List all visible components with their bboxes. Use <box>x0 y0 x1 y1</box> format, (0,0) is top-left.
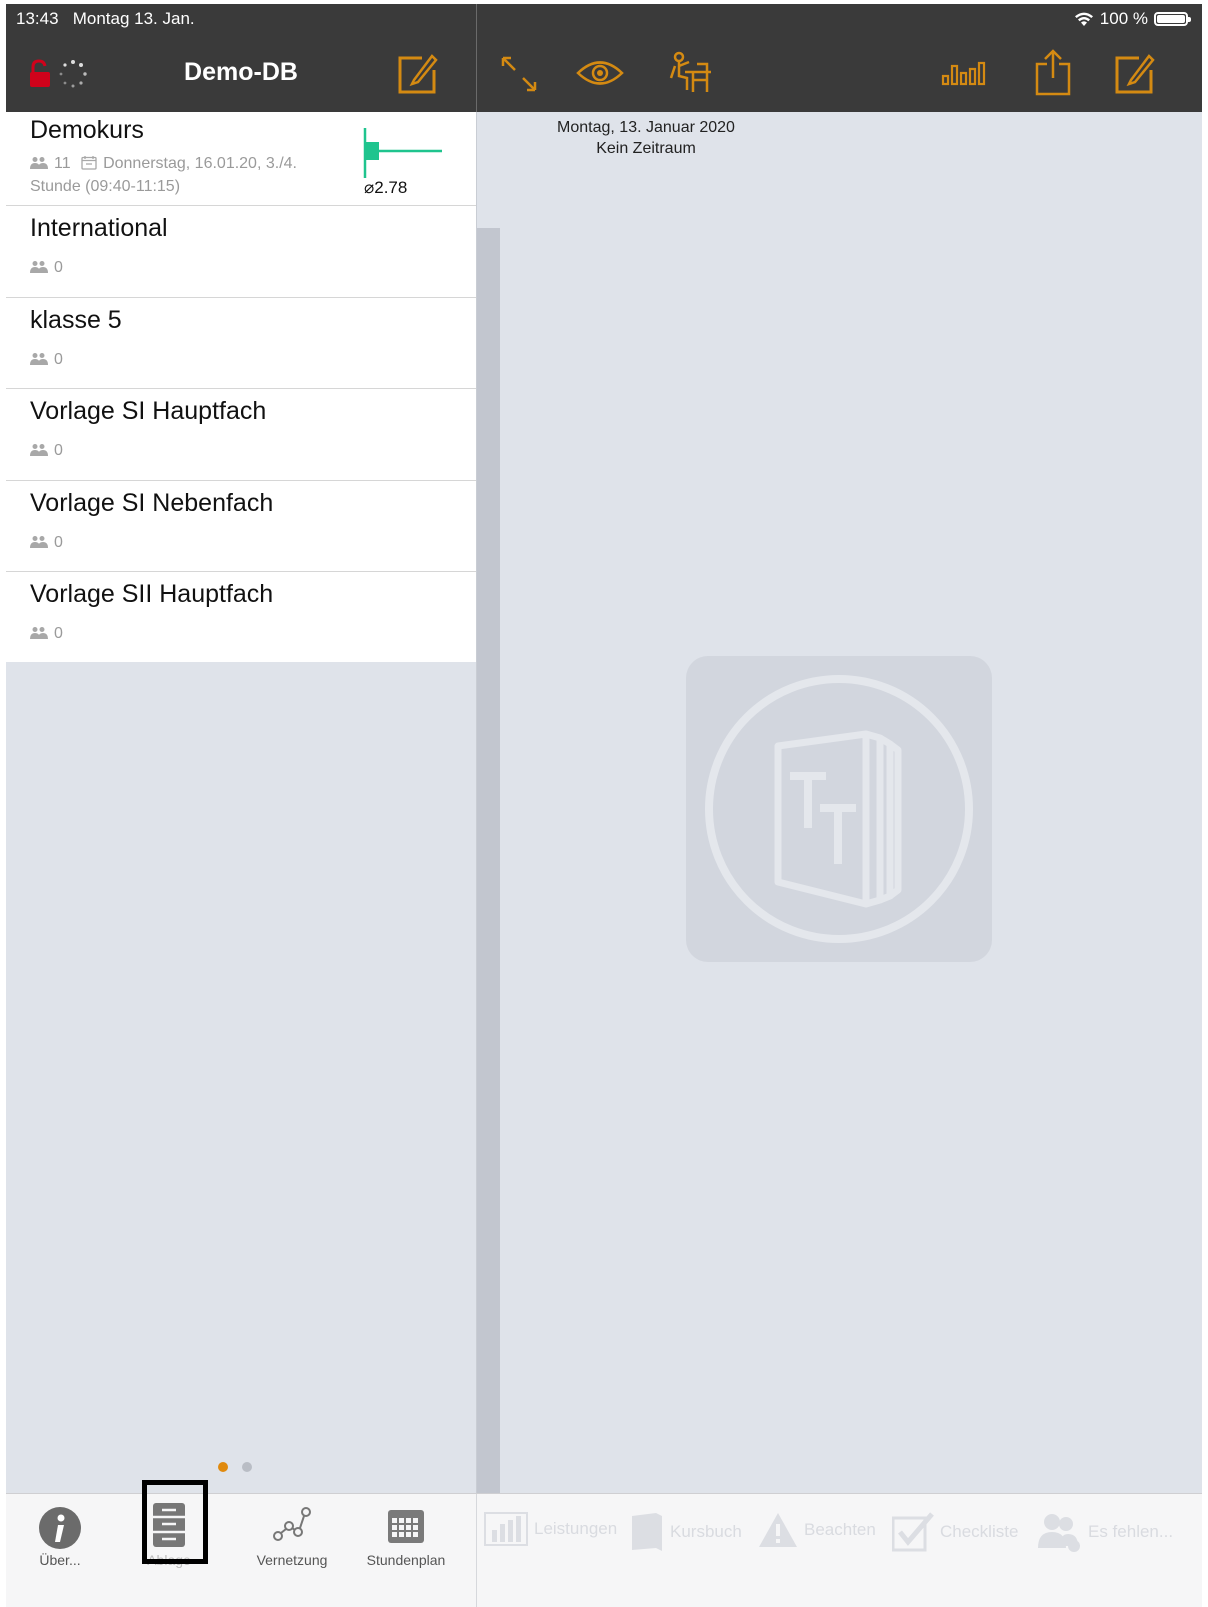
status-time: 13:43 <box>16 9 59 28</box>
book-icon <box>632 1513 662 1551</box>
detail-tab-kursbuch[interactable]: Kursbuch <box>630 1512 742 1552</box>
checkbox-icon <box>892 1512 934 1552</box>
course-row-vorlage-sii-hauptfach[interactable]: Vorlage SII Hauptfach 0 <box>6 572 476 662</box>
students-icon <box>30 261 48 273</box>
students-icon <box>30 353 48 365</box>
next-lesson-time: Stunde (09:40-11:15) <box>30 178 181 195</box>
tab-stundenplan[interactable]: Stundenplan <box>352 1494 460 1568</box>
grade-average: ⌀2.78 <box>364 178 408 197</box>
tab-highlight-box <box>142 1480 208 1564</box>
course-list: Demokurs 11 Donnerstag, 16.01.20, 3./4. … <box>6 112 476 1497</box>
course-details: 11 Donnerstag, 16.01.20, 3./4. Stunde (0… <box>30 152 297 198</box>
detail-date-header: Montag, 13. Januar 2020 Kein Zeitraum <box>496 117 796 159</box>
detail-toolbar <box>477 34 1202 112</box>
students-icon <box>30 536 48 548</box>
tab-info[interactable]: Über... <box>20 1494 100 1568</box>
tab-label: Beachten <box>804 1520 876 1539</box>
student-count: 0 <box>54 625 63 642</box>
calendar-icon <box>388 1510 424 1543</box>
calendar-small-icon <box>81 156 97 170</box>
student-count: 0 <box>54 351 63 368</box>
detail-tab-beachten[interactable]: Beachten <box>758 1512 876 1548</box>
app-logo-watermark <box>686 656 992 962</box>
students-icon <box>30 444 48 456</box>
bar-chart-icon <box>484 1512 528 1546</box>
page-indicator-dot-active[interactable] <box>218 1462 228 1472</box>
course-name: Demokurs <box>30 116 144 144</box>
course-row-demokurs[interactable]: Demokurs 11 Donnerstag, 16.01.20, 3./4. … <box>6 112 476 206</box>
course-row-international[interactable]: International 0 <box>6 206 476 298</box>
student-count: 0 <box>54 259 63 276</box>
sidebar-header: Demo-DB <box>6 34 476 112</box>
grade-trend-chart <box>363 128 442 178</box>
course-name: Vorlage SII Hauptfach <box>30 580 274 608</box>
detail-tab-es-fehlen[interactable]: Es fehlen... <box>1036 1512 1173 1552</box>
course-name: Vorlage SI Nebenfach <box>30 489 274 517</box>
statistics-icon[interactable] <box>941 60 989 86</box>
edit-icon[interactable] <box>396 52 438 94</box>
tab-label: Checkliste <box>940 1522 1019 1541</box>
tab-vernetzung[interactable]: Vernetzung <box>242 1494 342 1568</box>
tab-label: Vernetzung <box>256 1552 328 1568</box>
tab-label: Kursbuch <box>670 1522 742 1541</box>
detail-tab-leistungen[interactable]: Leistungen <box>484 1512 617 1546</box>
course-row-vorlage-si-nebenfach[interactable]: Vorlage SI Nebenfach 0 <box>6 481 476 572</box>
page-indicator-dot[interactable] <box>242 1462 252 1472</box>
wifi-icon <box>1074 12 1093 26</box>
tab-bar: Über... Ablage Vernetzung Stundenplan Le… <box>6 1480 1202 1607</box>
student-count: 0 <box>54 534 63 551</box>
eye-icon[interactable] <box>575 58 625 88</box>
share-icon[interactable] <box>1033 48 1073 96</box>
student-count: 0 <box>54 442 63 459</box>
teacher-desk-icon[interactable] <box>667 50 713 96</box>
course-name: Vorlage SI Hauptfach <box>30 397 267 425</box>
students-icon <box>30 157 48 169</box>
tab-label: Über... <box>39 1552 81 1568</box>
course-name: International <box>30 214 168 242</box>
edit-detail-icon[interactable] <box>1113 52 1155 94</box>
student-count: 11 <box>54 155 71 172</box>
next-lesson: Donnerstag, 16.01.20, 3./4. <box>103 155 297 172</box>
battery-icon <box>1154 12 1191 26</box>
expand-icon[interactable] <box>499 54 539 94</box>
tab-label: Es fehlen... <box>1088 1522 1174 1541</box>
detail-date: Montag, 13. Januar 2020 <box>557 119 735 136</box>
tab-label: Stundenplan <box>366 1552 446 1568</box>
status-date: Montag 13. Jan. <box>72 9 195 28</box>
warning-icon <box>759 1513 797 1547</box>
detail-scroll-strip <box>477 228 500 1497</box>
book-logo-icon <box>705 675 973 943</box>
course-name: klasse 5 <box>30 306 122 334</box>
info-icon <box>39 1507 81 1549</box>
course-row-klasse-5[interactable]: klasse 5 0 <box>6 298 476 389</box>
students-icon <box>30 627 48 639</box>
detail-period: Kein Zeitraum <box>596 140 696 157</box>
detail-tab-checkliste[interactable]: Checkliste <box>892 1512 1018 1552</box>
people-icon <box>1038 1514 1080 1552</box>
status-bar: 13:43 Montag 13. Jan. 100 % <box>6 4 1202 34</box>
app-frame: 13:43 Montag 13. Jan. 100 % Demo-DB Demo… <box>6 4 1202 1607</box>
battery-percent: 100 % <box>1099 9 1148 28</box>
tab-label: Leistungen <box>534 1519 618 1538</box>
course-row-vorlage-si-hauptfach[interactable]: Vorlage SI Hauptfach 0 <box>6 389 476 481</box>
network-icon <box>273 1507 311 1541</box>
